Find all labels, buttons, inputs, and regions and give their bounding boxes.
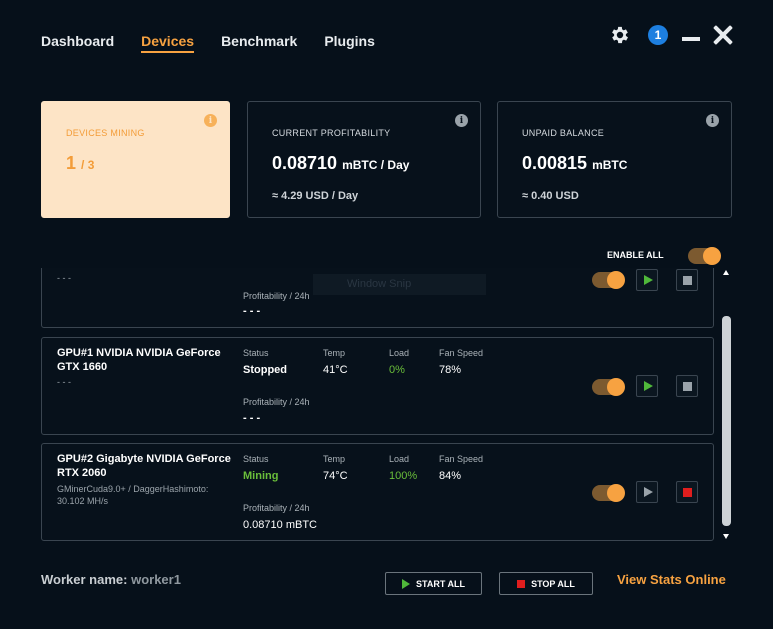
device-status: - - (262, 268, 272, 272)
toggle-knob (607, 271, 625, 289)
profit-label: Profitability / 24h (243, 503, 310, 513)
device-start-button[interactable] (636, 481, 658, 503)
device-toggle[interactable] (592, 378, 625, 396)
device-stop-button[interactable] (676, 481, 698, 503)
device-profit: 0.08710 mBTC (243, 519, 317, 531)
device-load: 0% (389, 364, 405, 376)
stop-all-label: STOP ALL (531, 578, 575, 589)
device-algorithm: GMinerCuda9.0+ / DaggerHashimoto: 30.102… (57, 484, 209, 506)
device-list-scrollbar[interactable] (722, 268, 732, 542)
gear-icon[interactable] (609, 24, 631, 46)
play-icon (643, 275, 653, 285)
device-toggle[interactable] (592, 271, 625, 289)
device-card: - - - - - Window Snip Profitability / 24… (41, 268, 714, 328)
profitability-unit: mBTC / Day (342, 158, 410, 172)
window-snip-overlay: Window Snip (313, 274, 486, 295)
temp-label: Temp (323, 348, 346, 358)
start-all-label: START ALL (416, 578, 465, 589)
device-temp: 41°C (323, 364, 348, 376)
scroll-down-icon[interactable] (723, 534, 729, 539)
device-temp: 74°C (323, 470, 348, 482)
device-name: GPU#1 NVIDIA NVIDIA GeForce GTX 1660 (57, 347, 221, 373)
card-value: 0.08710 mBTC / Day (272, 153, 456, 174)
main-nav: Dashboard Devices Benchmark Plugins (41, 33, 375, 53)
device-toggle[interactable] (592, 484, 625, 502)
view-stats-online-link[interactable]: View Stats Online (617, 572, 726, 587)
start-all-button[interactable]: START ALL (385, 572, 482, 595)
tab-benchmark[interactable]: Benchmark (221, 33, 297, 53)
balance-usd: ≈ 0.40 USD (522, 190, 579, 202)
unpaid-balance-card: i UNPAID BALANCE 0.00815 mBTC ≈ 0.40 USD (497, 101, 732, 218)
worker-value: worker1 (131, 572, 181, 587)
tab-devices[interactable]: Devices (141, 33, 195, 53)
toggle-knob (607, 378, 625, 396)
enable-all-label: ENABLE ALL (607, 250, 664, 260)
fan-label: Fan Speed (439, 454, 484, 464)
tab-dashboard[interactable]: Dashboard (41, 33, 114, 53)
device-status: Stopped (243, 364, 287, 376)
card-label: UNPAID BALANCE (522, 128, 605, 138)
profit-label: Profitability / 24h (243, 397, 310, 407)
minimize-icon[interactable] (682, 37, 700, 41)
play-icon (643, 487, 653, 497)
worker-label: Worker name: (41, 572, 128, 587)
toggle-knob (703, 247, 721, 265)
play-icon (643, 381, 653, 391)
info-icon[interactable]: i (204, 114, 217, 127)
profitability-usd: ≈ 4.29 USD / Day (272, 190, 359, 202)
load-label: Load (389, 454, 410, 464)
close-icon[interactable] (713, 25, 733, 45)
device-profit: - - - (243, 412, 261, 424)
play-icon (402, 578, 410, 589)
stop-icon (682, 275, 692, 285)
stop-icon (682, 487, 692, 497)
device-fan: 78% (439, 364, 462, 376)
device-list: - - - - - Window Snip Profitability / 24… (41, 268, 715, 542)
device-fan: 84% (439, 470, 462, 482)
device-status: Mining (243, 470, 279, 482)
scroll-thumb[interactable] (722, 316, 731, 526)
balance-value: 0.00815 (522, 153, 588, 173)
devices-mining-count: 1 (66, 153, 77, 173)
device-card: GPU#1 NVIDIA NVIDIA GeForce GTX 1660 - -… (41, 337, 714, 435)
profitability-card: i CURRENT PROFITABILITY 0.08710 mBTC / D… (247, 101, 481, 218)
card-label: CURRENT PROFITABILITY (272, 128, 391, 138)
device-profit: - - - (243, 305, 261, 317)
load-label: Load (389, 348, 410, 358)
card-value: 1 / 3 (66, 153, 205, 174)
stop-icon (517, 579, 526, 588)
stop-all-button[interactable]: STOP ALL (499, 572, 593, 595)
toggle-knob (607, 484, 625, 502)
window-controls: 1 (609, 24, 733, 46)
status-label: Status (243, 348, 269, 358)
enable-all-toggle[interactable] (688, 247, 721, 265)
stop-icon (682, 381, 692, 391)
devices-mining-card: i DEVICES MINING 1 / 3 (41, 101, 230, 218)
card-value: 0.00815 mBTC (522, 153, 707, 174)
info-icon[interactable]: i (455, 114, 468, 127)
notification-badge[interactable]: 1 (648, 25, 668, 45)
card-label: DEVICES MINING (66, 128, 145, 138)
profit-label: Profitability / 24h (243, 291, 310, 301)
worker-name: Worker name: worker1 (41, 572, 181, 587)
info-icon[interactable]: i (706, 114, 719, 127)
device-load: 100% (389, 470, 418, 482)
device-card: GPU#2 Gigabyte NVIDIA GeForce RTX 2060 G… (41, 443, 714, 541)
status-label: Status (243, 454, 269, 464)
balance-unit: mBTC (592, 158, 628, 172)
tab-plugins[interactable]: Plugins (324, 33, 375, 53)
ghost-text: Window Snip (347, 278, 412, 290)
devices-total: / 3 (81, 158, 95, 172)
device-stop-button[interactable] (676, 375, 698, 397)
device-algorithm: - - - (57, 273, 71, 283)
device-name: GPU#2 Gigabyte NVIDIA GeForce RTX 2060 (57, 453, 231, 479)
temp-label: Temp (323, 454, 346, 464)
scroll-up-icon[interactable] (723, 270, 729, 275)
device-algorithm: - - - (57, 377, 71, 387)
device-stop-button[interactable] (676, 269, 698, 291)
fan-label: Fan Speed (439, 348, 484, 358)
device-start-button[interactable] (636, 375, 658, 397)
profitability-value: 0.08710 (272, 153, 338, 173)
device-start-button[interactable] (636, 269, 658, 291)
